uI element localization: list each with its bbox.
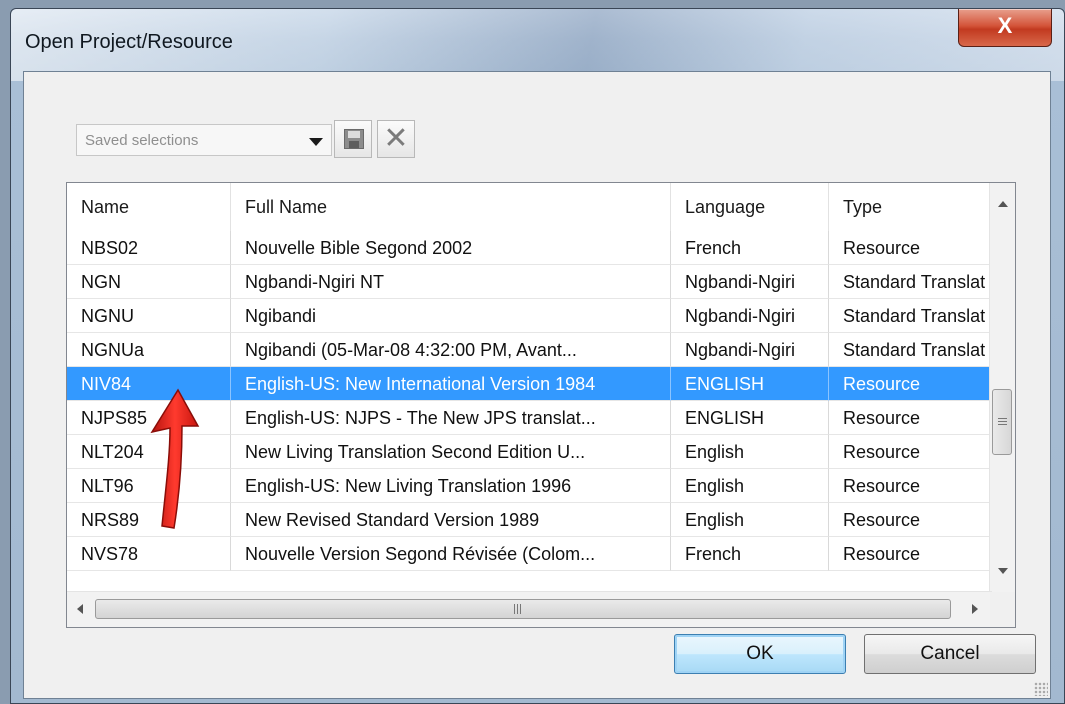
saved-selections-placeholder: Saved selections [85, 132, 199, 149]
delete-selection-button[interactable]: ✕ [377, 120, 415, 158]
ok-button[interactable]: OK [674, 634, 846, 674]
scroll-right-icon[interactable] [972, 604, 978, 614]
cell-full-name: English-US: New Living Translation 1996 [231, 469, 671, 503]
cell-language: English [671, 469, 829, 503]
chevron-down-icon [309, 138, 323, 146]
column-header-language[interactable]: Language [671, 183, 829, 231]
save-selection-button[interactable] [334, 120, 372, 158]
column-header-name[interactable]: Name [67, 183, 231, 231]
cell-name: NGN [67, 265, 231, 299]
cell-language: English [671, 503, 829, 537]
cell-language: ENGLISH [671, 401, 829, 435]
horizontal-scrollbar[interactable] [67, 591, 992, 627]
column-header-type[interactable]: Type [829, 183, 1009, 231]
table-row[interactable]: NGN Ngbandi-Ngiri NT Ngbandi-Ngiri Standard… [67, 265, 1009, 299]
cell-full-name: Ngibandi (05-Mar-08 4:32:00 PM, Avant... [231, 333, 671, 367]
horizontal-scroll-thumb[interactable] [95, 599, 951, 619]
cell-full-name: Nouvelle Version Segond Révisée (Colom..… [231, 537, 671, 571]
cell-type: Resource [829, 231, 1009, 265]
column-header-full-name[interactable]: Full Name [231, 183, 671, 231]
cell-language: French [671, 231, 829, 265]
dialog-client-area: Saved selections ✕ Name Full Name Langua… [23, 71, 1051, 699]
cell-type: Resource [829, 367, 1009, 401]
cancel-button[interactable]: Cancel [864, 634, 1036, 674]
window-title: Open Project/Resource [25, 31, 233, 53]
cell-full-name: English-US: NJPS - The New JPS translat.… [231, 401, 671, 435]
close-icon: X [997, 13, 1013, 38]
vertical-scroll-thumb[interactable] [992, 389, 1012, 455]
dialog-window: Open Project/Resource X Saved selections… [10, 8, 1065, 704]
cell-language: French [671, 537, 829, 571]
cell-type: Resource [829, 435, 1009, 469]
cell-full-name: English-US: New International Version 19… [231, 367, 671, 401]
cell-type: Standard Translat [829, 299, 1009, 333]
cell-type: Resource [829, 469, 1009, 503]
cell-type: Standard Translat [829, 333, 1009, 367]
scroll-down-icon[interactable] [998, 568, 1008, 574]
cell-language: English [671, 435, 829, 469]
table-row[interactable]: NVS78 Nouvelle Version Segond Révisée (Co… [67, 537, 1009, 571]
cell-language: Ngbandi-Ngiri [671, 333, 829, 367]
red-arrow-annotation [150, 388, 200, 529]
cell-type: Resource [829, 537, 1009, 571]
cell-name: NGNU [67, 299, 231, 333]
cell-name: NBS02 [67, 231, 231, 265]
cell-language: Ngbandi-Ngiri [671, 299, 829, 333]
table-row[interactable]: NGNU Ngibandi Ngbandi-Ngiri Standard Transl… [67, 299, 1009, 333]
ok-button-label: OK [746, 643, 774, 664]
delete-icon: ✕ [383, 121, 409, 156]
scroll-up-icon[interactable] [998, 201, 1008, 207]
close-button[interactable]: X [958, 9, 1052, 47]
cell-name: NVS78 [67, 537, 231, 571]
vertical-scrollbar[interactable] [989, 183, 1015, 593]
cell-name: NGNUa [67, 333, 231, 367]
scrollbar-corner [990, 592, 1015, 627]
cell-type: Standard Translat [829, 265, 1009, 299]
cell-full-name: Ngbandi-Ngiri NT [231, 265, 671, 299]
cell-language: Ngbandi-Ngiri [671, 265, 829, 299]
cell-full-name: Ngibandi [231, 299, 671, 333]
scroll-left-icon[interactable] [77, 604, 83, 614]
cell-language: ENGLISH [671, 367, 829, 401]
cell-full-name: Nouvelle Bible Segond 2002 [231, 231, 671, 265]
cell-full-name: New Living Translation Second Edition U.… [231, 435, 671, 469]
cell-type: Resource [829, 401, 1009, 435]
table-row[interactable]: NGNUa Ngibandi (05-Mar-08 4:32:00 PM, Ava… [67, 333, 1009, 367]
cell-type: Resource [829, 503, 1009, 537]
saved-selections-dropdown[interactable]: Saved selections [76, 124, 332, 156]
save-icon [344, 129, 364, 149]
grid-header: Name Full Name Language Type [67, 183, 1009, 231]
cancel-button-label: Cancel [920, 643, 980, 664]
cell-full-name: New Revised Standard Version 1989 [231, 503, 671, 537]
resize-grip-icon[interactable] [1034, 682, 1048, 696]
table-row[interactable]: NBS02 Nouvelle Bible Segond 2002 French Res… [67, 231, 1009, 265]
